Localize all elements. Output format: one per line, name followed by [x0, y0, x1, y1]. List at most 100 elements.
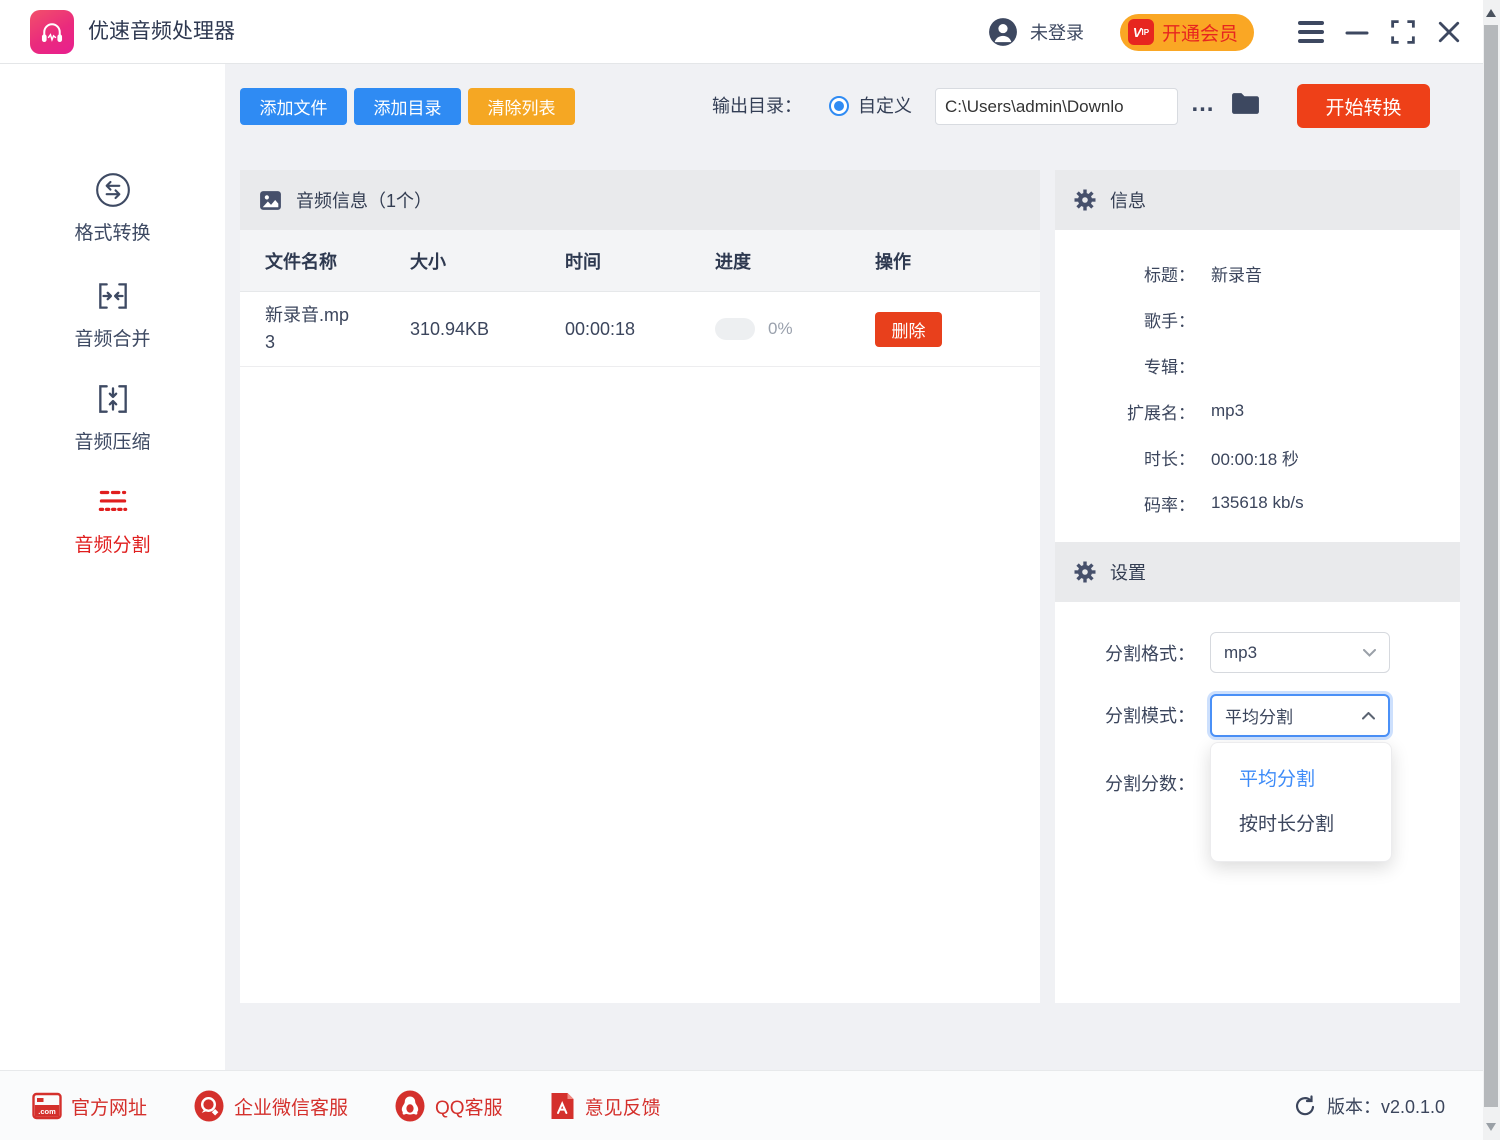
minimize-button[interactable] [1334, 0, 1380, 64]
info-value: mp3 [1211, 401, 1244, 421]
browse-more-button[interactable]: … [1188, 84, 1218, 124]
output-dir-label: 输出目录： [712, 88, 802, 125]
split-mode-dropdown: 平均分割 按时长分割 [1210, 742, 1392, 862]
scroll-up-icon[interactable] [1486, 9, 1496, 17]
split-format-value: mp3 [1224, 643, 1257, 663]
table-header-row: 文件名称 大小 时间 进度 操作 [240, 230, 1040, 292]
audio-split-icon [0, 482, 225, 522]
dropdown-option-duration-split[interactable]: 按时长分割 [1211, 802, 1391, 847]
sidebar-item-audio-compress[interactable]: 音频压缩 [0, 379, 225, 454]
info-value: 135618 kb/s [1211, 493, 1304, 513]
sidebar-item-audio-merge[interactable]: 音频合并 [0, 276, 225, 351]
feedback-link[interactable]: 意见反馈 [549, 1091, 661, 1121]
qq-icon [394, 1090, 426, 1122]
qq-support-label: QQ客服 [435, 1093, 503, 1120]
qq-support-link[interactable]: QQ客服 [394, 1090, 503, 1122]
vip-button-label: 开通会员 [1162, 19, 1238, 46]
wecom-icon [193, 1090, 225, 1122]
maximize-button[interactable] [1380, 0, 1426, 64]
settings-title: 设置 [1110, 559, 1146, 585]
user-avatar-icon [988, 17, 1018, 47]
website-icon: .com [32, 1092, 62, 1120]
output-path-input[interactable]: C:\Users\admin\Downlo [935, 88, 1178, 125]
settings-header: 设置 [1055, 542, 1460, 602]
app-logo-icon [30, 10, 74, 54]
clear-list-button[interactable]: 清除列表 [468, 88, 575, 125]
folder-icon [1230, 90, 1261, 117]
format-convert-icon [0, 170, 225, 210]
info-label: 专辑： [1055, 353, 1195, 378]
close-button[interactable] [1426, 0, 1472, 64]
media-info-icon [258, 188, 283, 213]
info-value: 00:00:18 秒 [1211, 445, 1299, 470]
open-folder-button[interactable] [1230, 90, 1261, 122]
official-site-link[interactable]: .com 官方网址 [32, 1092, 147, 1120]
start-convert-button[interactable]: 开始转换 [1297, 84, 1430, 128]
add-file-button[interactable]: 添加文件 [240, 88, 347, 125]
info-fields: 标题：新录音 歌手： 专辑： 扩展名：mp3 时长：00:00:18 秒 码率：… [1055, 230, 1460, 526]
gear-icon [1073, 188, 1097, 212]
custom-dir-radio[interactable] [829, 96, 849, 116]
right-panel: 信息 标题：新录音 歌手： 专辑： 扩展名：mp3 时长：00:00:18 秒 … [1055, 170, 1460, 1003]
sidebar-item-audio-split[interactable]: 音频分割 [0, 482, 225, 557]
dropdown-option-average-split[interactable]: 平均分割 [1211, 757, 1391, 802]
scroll-down-icon[interactable] [1486, 1123, 1496, 1131]
col-action: 操作 [875, 248, 1040, 274]
wecom-support-link[interactable]: 企业微信客服 [193, 1090, 348, 1122]
official-site-label: 官方网址 [71, 1093, 147, 1120]
info-header: 信息 [1055, 170, 1460, 230]
info-label: 码率： [1055, 491, 1195, 516]
hamburger-icon [1298, 21, 1324, 43]
audio-merge-icon [0, 276, 225, 316]
feedback-icon [549, 1091, 576, 1121]
footer: .com 官方网址 企业微信客服 QQ客服 [0, 1070, 1500, 1140]
chevron-down-icon [1363, 649, 1376, 657]
gear-icon [1073, 560, 1097, 584]
minimize-icon [1344, 19, 1370, 45]
add-folder-button[interactable]: 添加目录 [354, 88, 461, 125]
info-title: 信息 [1110, 187, 1146, 213]
split-format-label: 分割格式： [1055, 640, 1195, 666]
vip-icon: VIP [1128, 19, 1154, 45]
svg-text:.com: .com [38, 1107, 56, 1116]
col-size: 大小 [410, 248, 565, 274]
audio-info-title: 音频信息（1个） [296, 187, 432, 213]
login-status[interactable]: 未登录 [988, 17, 1084, 47]
titlebar: 优速音频处理器 未登录 VIP 开通会员 [0, 0, 1500, 64]
feedback-label: 意见反馈 [585, 1093, 661, 1120]
split-mode-select[interactable]: 平均分割 [1210, 694, 1390, 737]
menu-button[interactable] [1288, 0, 1334, 64]
col-time: 时间 [565, 248, 715, 274]
audio-compress-icon [0, 379, 225, 419]
delete-button[interactable]: 删除 [875, 312, 942, 347]
sidebar-item-format-convert[interactable]: 格式转换 [0, 170, 225, 245]
custom-dir-radio-label[interactable]: 自定义 [858, 88, 912, 125]
file-size: 310.94KB [410, 319, 565, 340]
refresh-icon[interactable] [1293, 1094, 1317, 1118]
sidebar: 格式转换 音频合并 音频压缩 [0, 64, 225, 1070]
info-label: 歌手： [1055, 307, 1195, 332]
progress-percent: 0% [768, 319, 793, 339]
info-value: 新录音 [1211, 261, 1262, 286]
window-scrollbar[interactable] [1483, 0, 1500, 1140]
audio-info-header: 音频信息（1个） [240, 170, 1040, 230]
wecom-support-label: 企业微信客服 [234, 1093, 348, 1120]
split-mode-value: 平均分割 [1225, 703, 1293, 728]
file-time: 00:00:18 [565, 319, 715, 340]
scrollbar-thumb[interactable] [1484, 25, 1498, 1107]
chevron-up-icon [1362, 712, 1375, 720]
split-count-label: 分割分数： [1055, 770, 1195, 796]
close-icon [1437, 20, 1461, 44]
maximize-icon [1391, 20, 1415, 44]
split-mode-label: 分割模式： [1055, 702, 1195, 728]
open-vip-button[interactable]: VIP 开通会员 [1120, 14, 1254, 51]
col-progress: 进度 [715, 248, 875, 274]
info-label: 时长： [1055, 445, 1195, 470]
app-title: 优速音频处理器 [88, 0, 235, 64]
split-format-select[interactable]: mp3 [1210, 632, 1390, 673]
table-row[interactable]: 新录音.mp3 310.94KB 00:00:18 0% 删除 [240, 292, 1040, 367]
col-filename: 文件名称 [265, 248, 410, 274]
info-label: 扩展名： [1055, 399, 1195, 424]
version-label: 版本：v2.0.1.0 [1327, 1093, 1445, 1119]
progress-bar [715, 318, 755, 340]
